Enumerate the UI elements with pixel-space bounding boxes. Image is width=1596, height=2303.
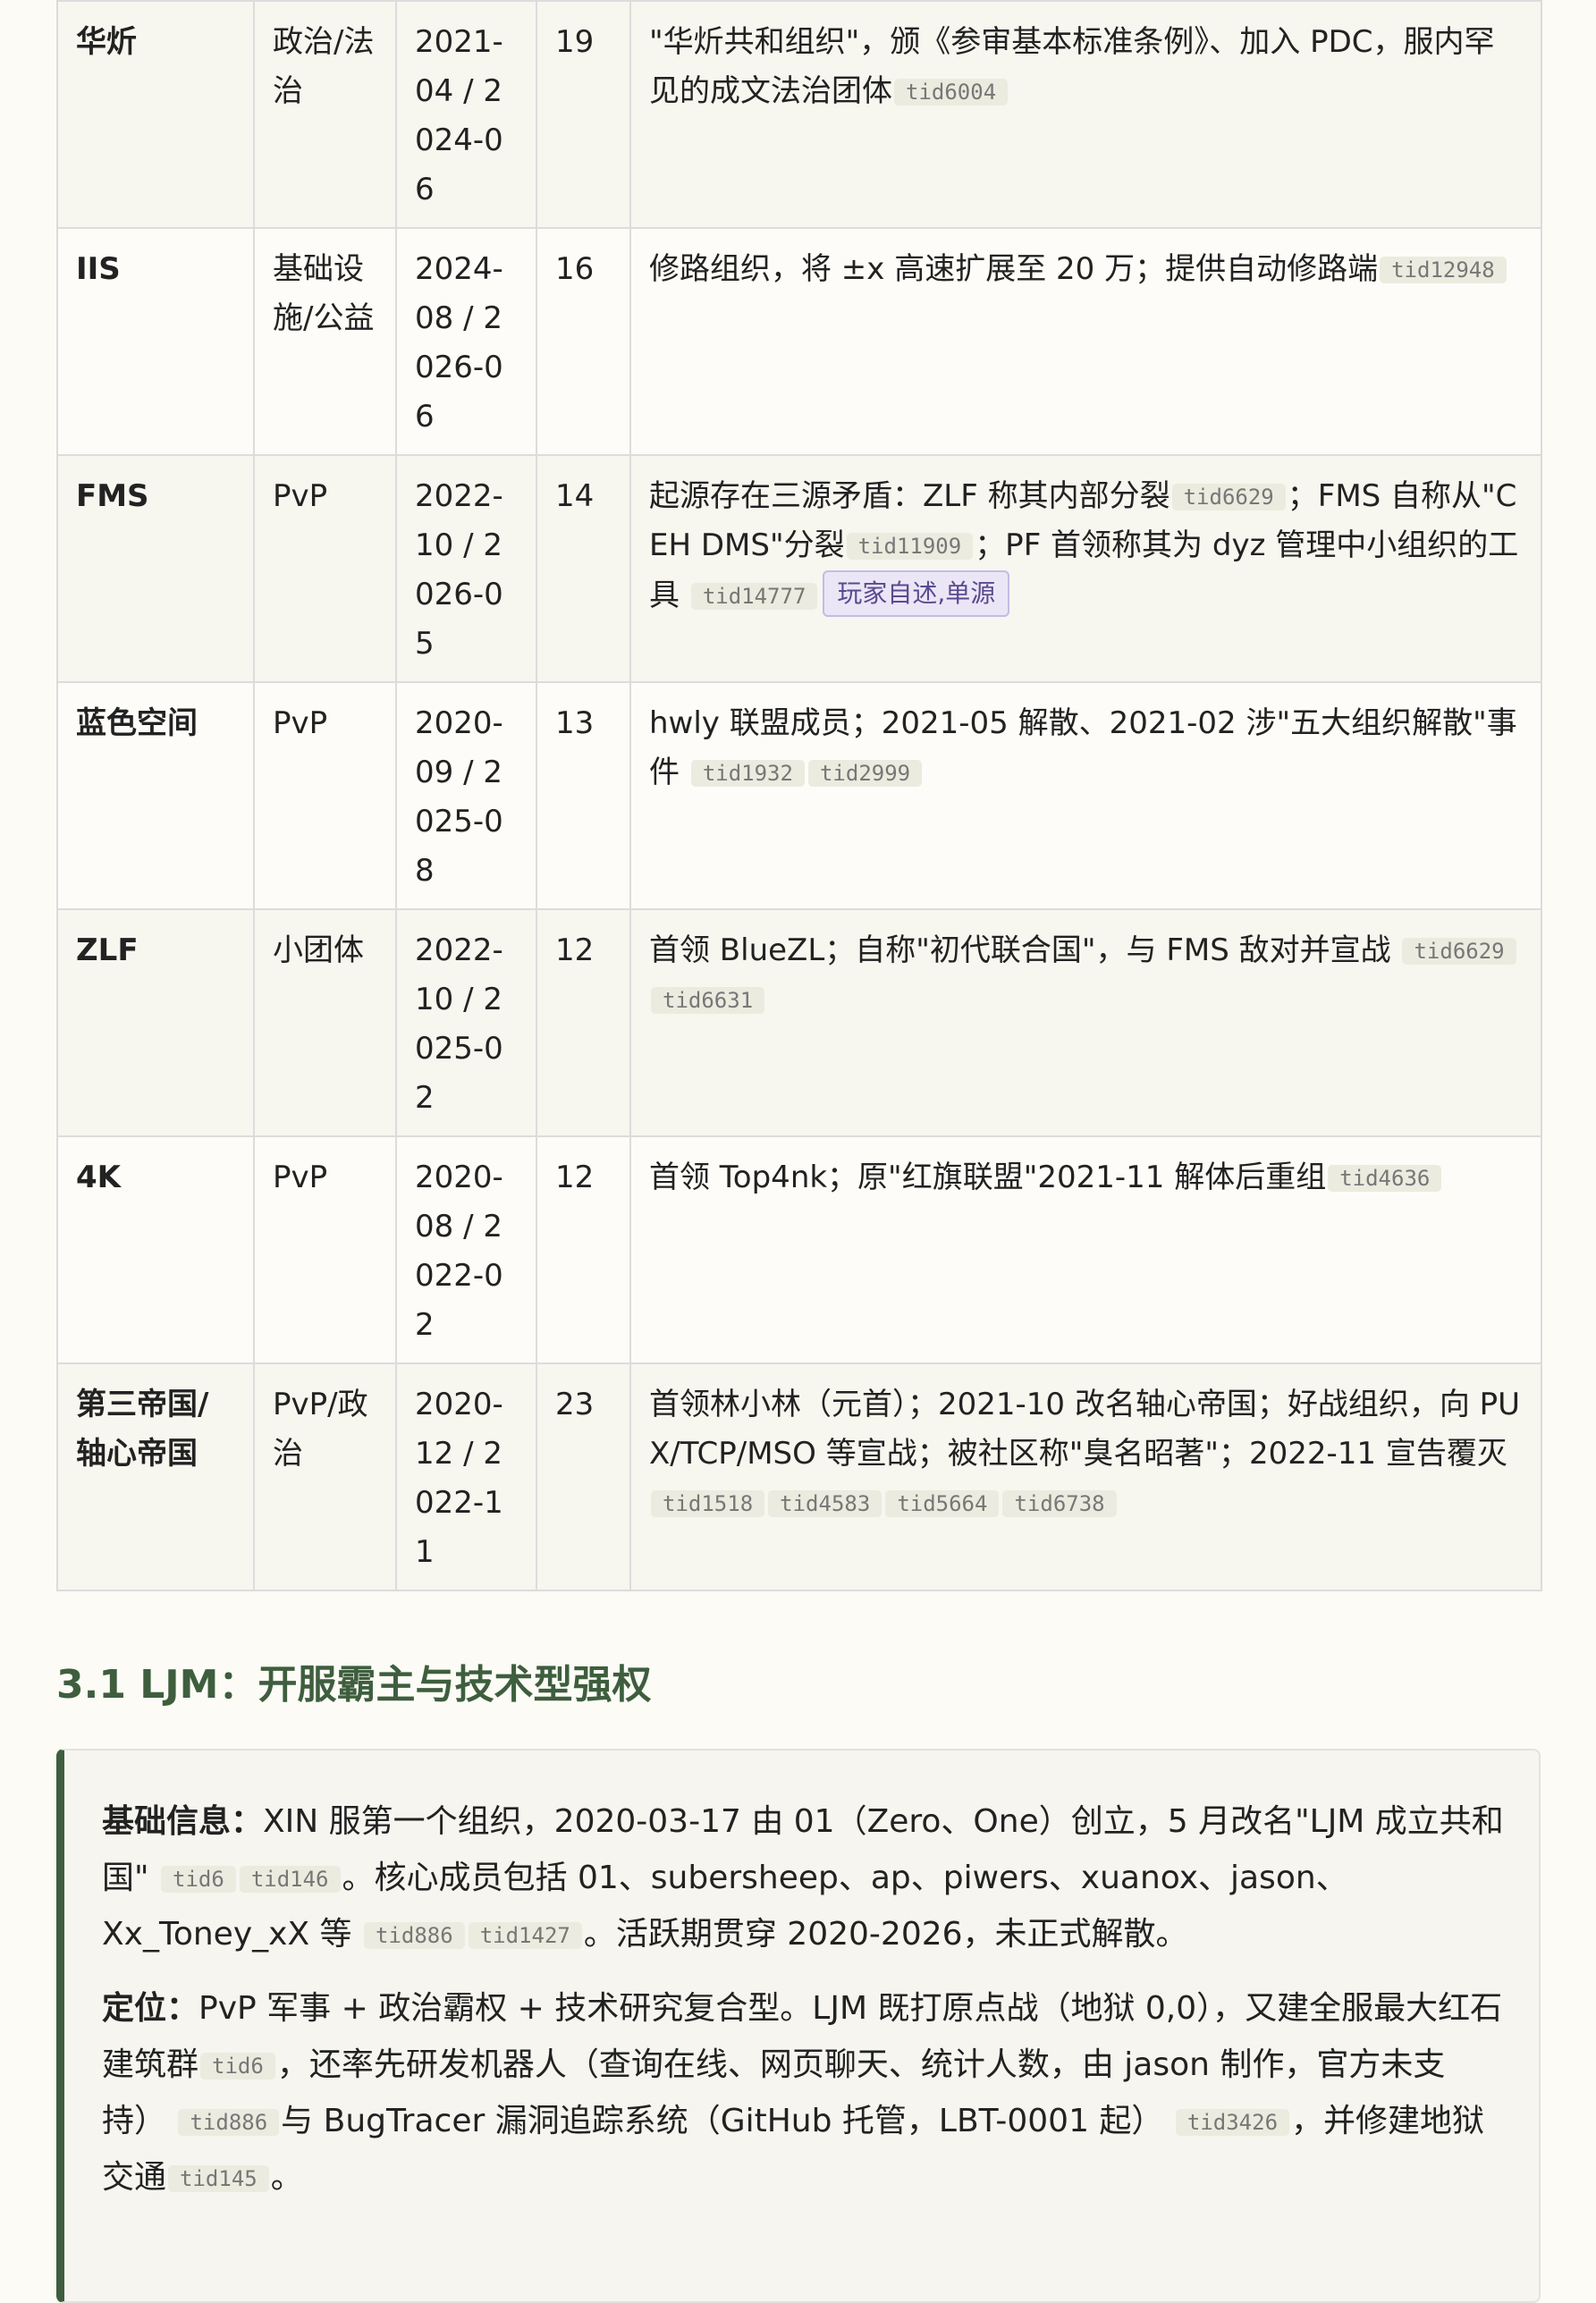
page: 华炘 政治/法治 2021-04 / 2024-06 19 "华炘共和组织"，颁… xyxy=(0,0,1596,2303)
tid-tag: tid11909 xyxy=(846,533,974,560)
source-note-badge: 玩家自述,单源 xyxy=(823,570,1010,617)
org-category: 政治/法治 xyxy=(253,0,397,229)
positioning-label: 定位： xyxy=(102,1990,199,2027)
org-name: 蓝色空间 xyxy=(56,681,255,910)
tid-tag: tid1932 xyxy=(690,760,805,787)
basic-info-label: 基础信息： xyxy=(102,1803,264,1840)
org-period: 2024-08 / 2026-06 xyxy=(395,227,537,456)
org-period: 2022-10 / 2025-02 xyxy=(395,908,537,1137)
org-name: FMS xyxy=(56,454,255,683)
org-count: 12 xyxy=(536,1135,631,1364)
tid-tag: tid12948 xyxy=(1380,257,1507,283)
tid-tag: tid6004 xyxy=(894,79,1009,105)
org-name: 华炘 xyxy=(56,0,255,229)
tid-tag: tid4583 xyxy=(768,1490,882,1517)
org-name: IIS xyxy=(56,227,255,456)
tid-tag: tid146 xyxy=(239,1866,341,1893)
org-count: 12 xyxy=(536,908,631,1137)
paragraph-text: 与 BugTracer 漏洞追踪系统（GitHub 托管，LBT-0001 起） xyxy=(281,2103,1164,2139)
table-row: 蓝色空间 PvP 2020-09 / 2025-08 13 hwly 联盟成员；… xyxy=(56,681,1542,910)
org-category: 基础设施/公益 xyxy=(253,227,397,456)
tid-tag: tid6 xyxy=(200,2053,275,2079)
paragraph-text: 。活跃期贯穿 2020-2026，未正式解散。 xyxy=(583,1916,1188,1953)
description-text: 首领 Top4nk；原"红旗联盟"2021-11 解体后重组 xyxy=(649,1160,1327,1195)
description-text: 首领 BlueZL；自称"初代联合国"，与 FMS 敌对并宣战 xyxy=(649,932,1391,968)
description-text: 起源存在三源矛盾：ZLF 称其内部分裂 xyxy=(649,478,1170,514)
tid-tag: tid886 xyxy=(364,1922,465,1949)
org-count: 13 xyxy=(536,681,631,910)
tid-tag: tid6629 xyxy=(1402,938,1516,965)
tid-tag: tid5664 xyxy=(885,1490,1000,1517)
table-row: FMS PvP 2022-10 / 2026-05 14 起源存在三源矛盾：ZL… xyxy=(56,454,1542,683)
org-description: 首领 BlueZL；自称"初代联合国"，与 FMS 敌对并宣战 tid6629 t… xyxy=(629,908,1542,1137)
org-category: PvP xyxy=(253,454,397,683)
org-description: 修路组织，将 ±x 高速扩展至 20 万；提供自动修路端 tid12948 xyxy=(629,227,1542,456)
table-row: 华炘 政治/法治 2021-04 / 2024-06 19 "华炘共和组织"，颁… xyxy=(56,0,1542,229)
org-count: 19 xyxy=(536,0,631,229)
org-period: 2020-12 / 2022-11 xyxy=(395,1362,537,1591)
org-description: 首领 Top4nk；原"红旗联盟"2021-11 解体后重组 tid4636 xyxy=(629,1135,1542,1364)
tid-tag: tid1518 xyxy=(651,1490,765,1517)
org-description: 起源存在三源矛盾：ZLF 称其内部分裂 tid6629 ；FMS 自称从"CEH D… xyxy=(629,454,1542,683)
tid-tag: tid2999 xyxy=(807,760,923,787)
org-count: 16 xyxy=(536,227,631,456)
section-heading: 3.1 LJM：开服霸主与技术型强权 xyxy=(56,1662,652,1708)
tid-tag: tid4636 xyxy=(1328,1165,1442,1192)
table-row: 第三帝国/轴心帝国 PvP/政治 2020-12 / 2022-11 23 首领… xyxy=(56,1362,1542,1591)
org-period: 2020-09 / 2025-08 xyxy=(395,681,537,910)
org-period: 2020-08 / 2022-02 xyxy=(395,1135,537,1364)
org-period: 2021-04 / 2024-06 xyxy=(395,0,537,229)
tid-tag: tid145 xyxy=(168,2165,269,2192)
description-text: 首领林小林（元首）；2021-10 改名轴心帝国；好战组织，向 PUX/TCP/… xyxy=(649,1387,1521,1472)
org-period: 2022-10 / 2026-05 xyxy=(395,454,537,683)
org-name: ZLF xyxy=(56,908,255,1137)
org-count: 23 xyxy=(536,1362,631,1591)
positioning-paragraph: 定位：PvP 军事 + 政治霸权 + 技术研究复合型。LJM 既打原点战（地狱 … xyxy=(102,1980,1505,2206)
tid-tag: tid3426 xyxy=(1175,2109,1290,2136)
tid-tag: tid6738 xyxy=(1002,1490,1117,1517)
org-name: 第三帝国/轴心帝国 xyxy=(56,1362,255,1591)
tid-tag: tid6631 xyxy=(651,987,765,1014)
table-row: 4K PvP 2020-08 / 2022-02 12 首领 Top4nk；原"… xyxy=(56,1135,1542,1364)
info-card: 基础信息：XIN 服第一个组织，2020-03-17 由 01（Zero、One… xyxy=(56,1749,1541,2303)
org-name: 4K xyxy=(56,1135,255,1364)
org-category: PvP/政治 xyxy=(253,1362,397,1591)
org-count: 14 xyxy=(536,454,631,683)
tid-tag: tid14777 xyxy=(690,583,818,610)
org-description: 首领林小林（元首）；2021-10 改名轴心帝国；好战组织，向 PUX/TCP/… xyxy=(629,1362,1542,1591)
org-category: PvP xyxy=(253,1135,397,1364)
tid-tag: tid1427 xyxy=(468,1922,582,1949)
org-description: hwly 联盟成员；2021-05 解散、2021-02 涉"五大组织解散"事件… xyxy=(629,681,1542,910)
tid-tag: tid6 xyxy=(161,1866,236,1893)
paragraph-text: 。 xyxy=(270,2159,303,2196)
table-row: IIS 基础设施/公益 2024-08 / 2026-06 16 修路组织，将 … xyxy=(56,227,1542,456)
org-description: "华炘共和组织"，颁《参审基本标准条例》、加入 PDC，服内罕见的成文法治团体 t… xyxy=(629,0,1542,229)
tid-tag: tid886 xyxy=(178,2109,280,2136)
table-row: ZLF 小团体 2022-10 / 2025-02 12 首领 BlueZL；自… xyxy=(56,908,1542,1137)
description-text: 修路组织，将 ±x 高速扩展至 20 万；提供自动修路端 xyxy=(649,251,1379,287)
org-category: PvP xyxy=(253,681,397,910)
description-text: "华炘共和组织"，颁《参审基本标准条例》、加入 PDC，服内罕见的成文法治团体 xyxy=(649,24,1495,109)
tid-tag: tid6629 xyxy=(1171,484,1286,510)
basic-info-paragraph: 基础信息：XIN 服第一个组织，2020-03-17 由 01（Zero、One… xyxy=(102,1793,1505,1962)
organization-table: 华炘 政治/法治 2021-04 / 2024-06 19 "华炘共和组织"，颁… xyxy=(56,0,1542,1591)
org-category: 小团体 xyxy=(253,908,397,1137)
